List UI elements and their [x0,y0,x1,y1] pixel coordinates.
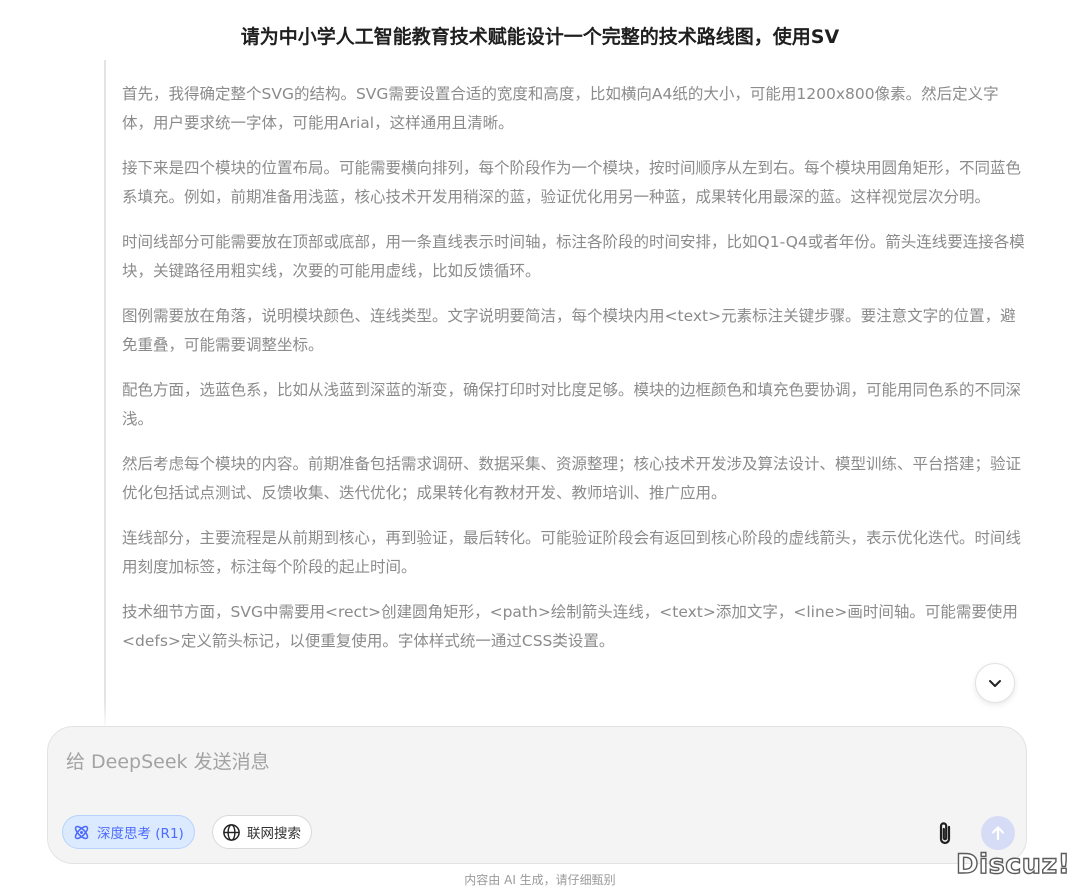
ai-disclaimer: 内容由 AI 生成，请仔细甄别 [464,873,616,887]
chevron-down-icon [989,680,1001,687]
atom-icon [74,825,89,839]
globe-icon [223,823,240,841]
thinking-panel[interactable]: 首先，我得确定整个SVG的结构。SVG需要设置合适的宽度和高度，比如横向A4纸的… [104,60,1034,732]
chat-page: 请为中小学人工智能教育技术赋能设计一个完整的技术路线图，使用SV 首先，我得确定… [0,0,1080,891]
watermark-logo: Discuz! [955,848,1071,880]
send-button[interactable] [981,816,1015,850]
thinking-paragraph: 配色方面，选蓝色系，比如从浅蓝到深蓝的渐变，确保打印时对比度足够。模块的边框颜色… [122,381,1022,428]
scroll-to-bottom-button[interactable] [975,663,1015,703]
deep-think-toggle[interactable]: 深度思考 (R1) [62,815,195,849]
thinking-paragraph: 接下来是四个模块的位置布局。可能需要横向排列，每个阶段作为一个模块，按时间顺序从… [122,159,1022,206]
thinking-content: 首先，我得确定整个SVG的结构。SVG需要设置合适的宽度和高度，比如横向A4纸的… [122,80,1027,672]
attach-file-button[interactable] [932,819,958,849]
thinking-paragraph: 图例需要放在角落，说明模块颜色、连线类型。文字说明要简洁，每个模块内用<text… [122,307,1016,354]
web-search-toggle[interactable]: 联网搜索 [212,815,312,849]
deep-think-label: 深度思考 (R1) [97,826,184,842]
paperclip-icon [939,822,951,845]
thinking-paragraph: 技术细节方面，SVG中需要用<rect>创建圆角矩形，<path>绘制箭头连线，… [122,603,1018,650]
thinking-divider [104,60,106,732]
web-search-label: 联网搜索 [247,826,301,842]
thinking-paragraph: 然后考虑每个模块的内容。前期准备包括需求调研、数据采集、资源整理；核心技术开发涉… [122,455,1022,502]
thinking-paragraph: 连线部分，主要流程是从前期到核心，再到验证，最后转化。可能验证阶段会有返回到核心… [122,529,1022,576]
thinking-paragraph: 时间线部分可能需要放在顶部或底部，用一条直线表示时间轴，标注各阶段的时间安排，比… [122,233,1025,280]
chat-title: 请为中小学人工智能教育技术赋能设计一个完整的技术路线图，使用SV [240,26,840,48]
arrow-up-icon [991,826,1005,841]
thinking-paragraph: 首先，我得确定整个SVG的结构。SVG需要设置合适的宽度和高度，比如横向A4纸的… [122,85,999,132]
message-composer: 深度思考 (R1) 联网搜索 [47,726,1027,864]
message-input[interactable] [64,741,1008,783]
